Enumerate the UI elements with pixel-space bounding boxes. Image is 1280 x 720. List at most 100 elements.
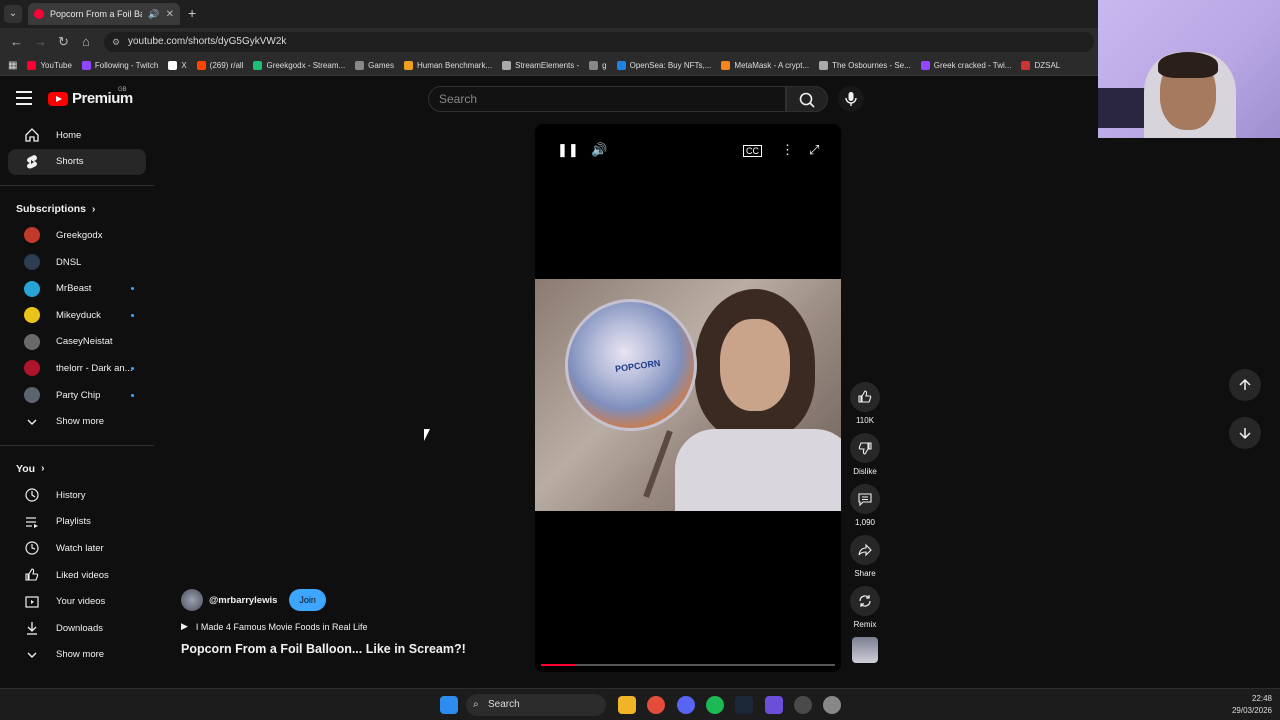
voice-search-button[interactable] bbox=[838, 86, 864, 112]
sidebar-subscription-item[interactable]: MrBeast bbox=[8, 275, 146, 302]
bookmark-item[interactable]: g bbox=[589, 61, 607, 70]
sidebar-item-playlists[interactable]: Playlists bbox=[8, 509, 146, 536]
chrome-icon[interactable] bbox=[647, 696, 665, 714]
search-input[interactable]: Search bbox=[428, 86, 786, 112]
youtube-premium-logo[interactable]: Premium GB bbox=[48, 87, 133, 107]
bookmark-favicon-icon bbox=[721, 61, 731, 70]
next-short-button[interactable] bbox=[1229, 417, 1261, 449]
captions-icon[interactable]: CC bbox=[743, 145, 762, 157]
taskbar-search-label: Search bbox=[488, 699, 520, 710]
sidebar-item-label: Home bbox=[56, 129, 82, 141]
system-tray-clock[interactable]: 22:48 29/03/2026 bbox=[1232, 693, 1272, 717]
dislike-button[interactable]: Dislike bbox=[848, 433, 882, 476]
menu-icon[interactable] bbox=[16, 91, 32, 105]
playlist-link[interactable]: ▶ I Made 4 Famous Movie Foods in Real Li… bbox=[181, 621, 466, 632]
channel-avatar[interactable] bbox=[181, 589, 203, 611]
sidebar-item-like[interactable]: Liked videos bbox=[8, 562, 146, 589]
bookmark-favicon-icon bbox=[502, 61, 512, 70]
subscriptions-heading[interactable]: Subscriptions › bbox=[0, 196, 154, 222]
start-icon[interactable] bbox=[440, 696, 458, 714]
sidebar-item-shorts[interactable]: Shorts bbox=[8, 148, 146, 176]
spotify-icon[interactable] bbox=[706, 696, 724, 714]
video-progress-bar[interactable] bbox=[541, 664, 835, 666]
youtube-header: Premium GB Search bbox=[0, 76, 1280, 122]
search-icon: ⌕ bbox=[473, 699, 479, 710]
remix-button[interactable]: Remix bbox=[848, 586, 882, 629]
back-icon[interactable]: ← bbox=[10, 34, 23, 49]
tab-list-button[interactable]: ⌄ bbox=[4, 5, 22, 23]
sidebar-item-video[interactable]: Your videos bbox=[8, 588, 146, 615]
new-tab-button[interactable]: + bbox=[188, 5, 196, 21]
bookmark-item[interactable]: Following - Twitch bbox=[81, 61, 158, 70]
tab-title: Popcorn From a Foil Balloon... bbox=[50, 9, 142, 19]
comments-button[interactable]: 1,090 bbox=[848, 484, 882, 527]
url-field[interactable]: ⚙ youtube.com/shorts/dyG5GykVW2k bbox=[104, 32, 1094, 52]
like-button[interactable]: 110K bbox=[848, 382, 882, 425]
chevron-right-icon: › bbox=[92, 203, 96, 215]
bookmark-item[interactable]: MetaMask - A crypt... bbox=[721, 61, 809, 70]
you-heading[interactable]: You › bbox=[0, 456, 154, 482]
browser-tab-active[interactable]: Popcorn From a Foil Balloon... 🔊 ✕ bbox=[28, 3, 180, 25]
short-info: @mrbarrylewis Join ▶ I Made 4 Famous Mov… bbox=[181, 589, 466, 656]
bookmark-item[interactable]: The Osbournes - Se... bbox=[819, 61, 911, 70]
sidebar-subscription-item[interactable]: CaseyNeistat bbox=[8, 329, 146, 356]
forward-icon[interactable]: → bbox=[34, 34, 47, 49]
channel-name[interactable]: @mrbarrylewis bbox=[209, 595, 277, 606]
bookmark-label: X bbox=[181, 61, 187, 70]
bookmark-item[interactable]: Greek cracked - Twi... bbox=[920, 61, 1011, 70]
subscriptions-show-more[interactable]: Show more bbox=[8, 408, 146, 435]
steam-icon[interactable] bbox=[735, 696, 753, 714]
search-button[interactable] bbox=[786, 86, 828, 112]
bookmark-item[interactable]: Games bbox=[355, 61, 394, 70]
sound-thumbnail[interactable] bbox=[852, 637, 878, 663]
site-info-icon[interactable]: ⚙ bbox=[112, 32, 120, 52]
tab-close-icon[interactable]: ✕ bbox=[166, 9, 174, 20]
file-explorer-icon[interactable] bbox=[618, 696, 636, 714]
sidebar-subscription-item[interactable]: DNSL bbox=[8, 249, 146, 276]
reload-icon[interactable]: ↻ bbox=[58, 34, 69, 50]
sidebar-subscription-item[interactable]: thelorr - Dark an... bbox=[8, 355, 146, 382]
bookmark-favicon-icon bbox=[589, 61, 599, 70]
sidebar-subscription-item[interactable]: Mikeyduck bbox=[8, 302, 146, 329]
new-content-dot bbox=[131, 313, 134, 317]
bookmark-favicon-icon bbox=[196, 61, 206, 70]
sidebar-subscription-item[interactable]: Party Chip bbox=[8, 382, 146, 409]
like-icon bbox=[858, 390, 872, 403]
bookmark-item[interactable]: Human Benchmark... bbox=[403, 61, 492, 70]
taskbar-search[interactable]: ⌕ Search bbox=[466, 694, 606, 716]
pause-icon[interactable]: ❚❚ bbox=[557, 142, 579, 158]
fullscreen-icon[interactable]: ⤢ bbox=[809, 142, 819, 158]
previous-short-button[interactable] bbox=[1229, 369, 1261, 401]
more-options-icon[interactable]: ⋮ bbox=[781, 142, 794, 158]
volume-icon[interactable]: 🔊 bbox=[591, 142, 607, 158]
tab-audio-icon[interactable]: 🔊 bbox=[148, 9, 159, 20]
sidebar-item-history[interactable]: History bbox=[8, 482, 146, 509]
bookmark-item[interactable]: Greekgodx - Stream... bbox=[253, 61, 345, 70]
sidebar-item-home[interactable]: Home bbox=[8, 122, 146, 149]
subscriptions-title: Subscriptions bbox=[16, 203, 87, 216]
app-grid-icon[interactable] bbox=[765, 696, 783, 714]
apps-grid-icon[interactable]: ▦ bbox=[8, 60, 17, 71]
bookmark-item[interactable]: YouTube bbox=[27, 61, 72, 70]
share-button[interactable]: Share bbox=[848, 535, 882, 578]
sidebar-item-watch-later[interactable]: Watch later bbox=[8, 535, 146, 562]
bookmark-item[interactable]: X bbox=[168, 61, 187, 70]
join-button[interactable]: Join bbox=[289, 589, 326, 611]
show-more-label: Show more bbox=[56, 416, 105, 428]
bookmark-item[interactable]: DZSAL bbox=[1021, 61, 1060, 70]
bookmark-item[interactable]: StreamElements - bbox=[502, 61, 579, 70]
shorts-player[interactable]: ❚❚ 🔊 CC ⋮ ⤢ POPCORN bbox=[535, 124, 841, 672]
settings-gear-icon[interactable] bbox=[823, 696, 841, 714]
app-c-icon[interactable] bbox=[794, 696, 812, 714]
discord-icon[interactable] bbox=[677, 696, 695, 714]
bookmark-item[interactable]: (269) r/all bbox=[196, 61, 243, 70]
channel-avatar bbox=[24, 387, 40, 404]
youtube-play-logo-icon bbox=[48, 91, 68, 106]
you-show-more[interactable]: Show more bbox=[8, 642, 146, 669]
logo-country-code: GB bbox=[118, 87, 127, 93]
bookmark-favicon-icon bbox=[403, 61, 413, 70]
bookmark-item[interactable]: OpenSea: Buy NFTs,... bbox=[616, 61, 711, 70]
sidebar-item-download[interactable]: Downloads bbox=[8, 615, 146, 642]
sidebar-subscription-item[interactable]: Greekgodx bbox=[8, 222, 146, 249]
home-browser-icon[interactable]: ⌂ bbox=[82, 34, 90, 49]
